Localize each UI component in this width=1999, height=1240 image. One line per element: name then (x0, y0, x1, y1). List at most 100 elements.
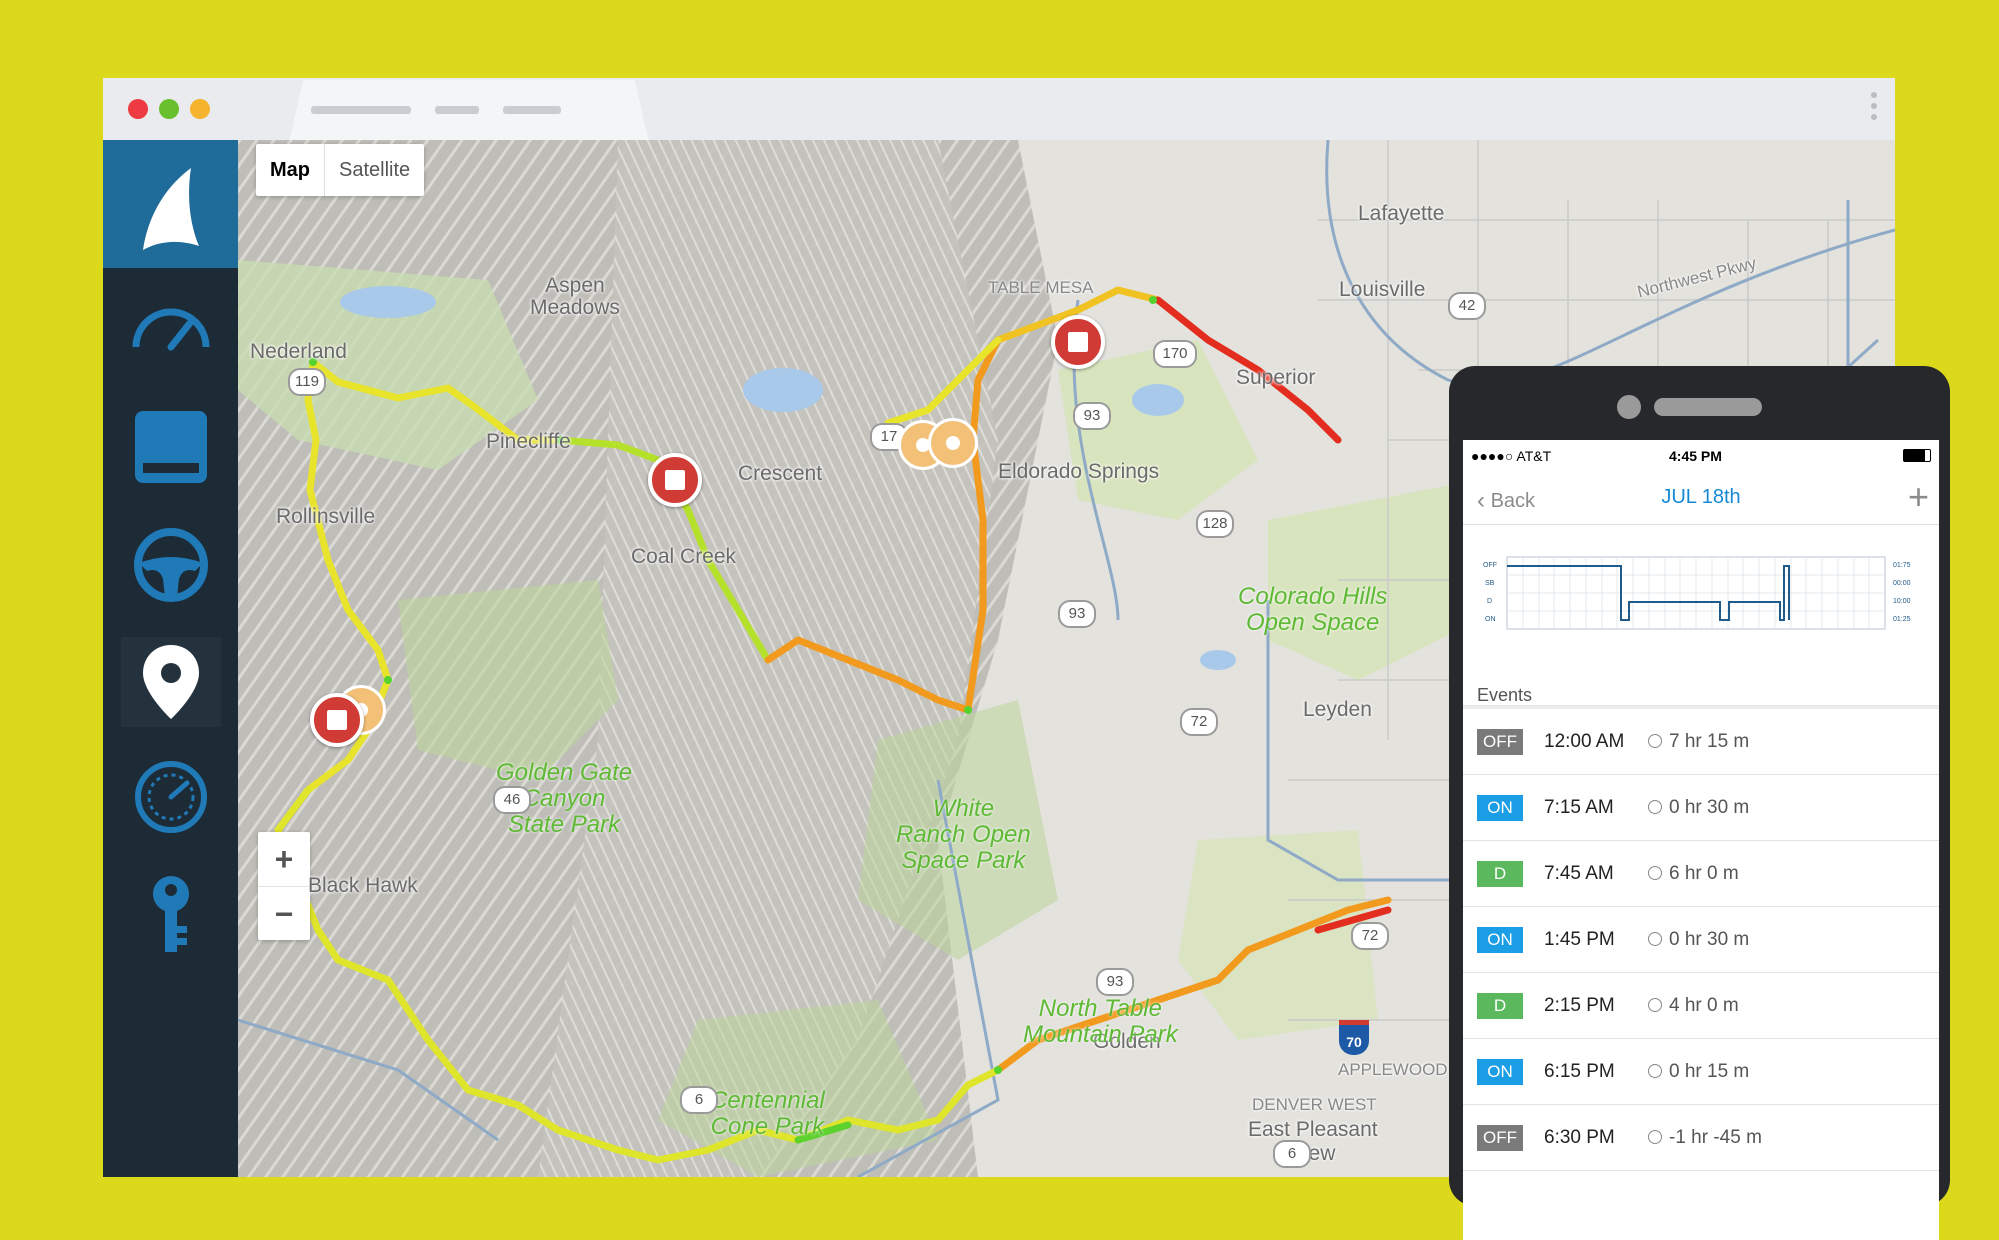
park-label: White Ranch Open Space Park (896, 795, 1031, 874)
tab-placeholder-line (311, 106, 411, 114)
place-label: Black Hawk (308, 874, 418, 897)
event-row[interactable]: ON 7:15 AM 0 hr 30 m (1463, 775, 1939, 841)
place-label: Aspen Meadows (530, 274, 620, 319)
app-logo[interactable] (103, 140, 238, 268)
map-type-toggle[interactable]: Map Satellite (256, 144, 425, 196)
place-label: Coal Creek (631, 545, 737, 568)
row-label-d: D (1487, 598, 1492, 605)
event-time: 6:30 PM (1544, 1127, 1615, 1148)
row-total: 10:00 (1893, 598, 1911, 605)
duty-status-badge: OFF (1477, 1125, 1523, 1151)
place-label: APPLEWOOD (1338, 1060, 1448, 1079)
clock-icon (1648, 998, 1662, 1012)
map-type-satellite-button[interactable]: Satellite (324, 144, 424, 196)
event-row[interactable]: ON 1:45 PM 0 hr 30 m (1463, 907, 1939, 973)
speedometer-icon (132, 308, 210, 351)
event-row[interactable]: OFF 6:30 PM -1 hr -45 m (1463, 1105, 1939, 1171)
row-label-on: ON (1485, 616, 1496, 623)
browser-tab[interactable] (289, 80, 649, 142)
highway-shield: 93 (1058, 600, 1096, 628)
maximize-window-button[interactable] (159, 99, 179, 119)
add-button[interactable]: + (1908, 476, 1929, 518)
place-label: Leyden (1303, 698, 1372, 721)
tab-placeholder-line (503, 106, 561, 114)
events-heading: Events (1477, 685, 1533, 705)
event-time: 6:15 PM (1544, 1061, 1615, 1082)
stop-marker[interactable] (648, 453, 702, 507)
place-label: Eldorado Springs (998, 460, 1160, 483)
browser-titlebar (103, 78, 1895, 142)
phone-nav-bar: ‹ Back JUL 18th + (1463, 470, 1939, 525)
event-row[interactable]: D 7:45 AM 6 hr 0 m (1463, 841, 1939, 907)
page-title: JUL 18th (1661, 486, 1741, 508)
event-duration: 4 hr 0 m (1669, 995, 1739, 1016)
park-label: Centennial Cone Park (710, 1087, 825, 1140)
highway-shield: 128 (1196, 510, 1234, 538)
minimize-window-button[interactable] (190, 99, 210, 119)
duty-status-badge: D (1477, 861, 1523, 887)
duty-status-badge: OFF (1477, 729, 1523, 755)
row-total: 01:25 (1893, 616, 1911, 623)
highway-shield: 46 (493, 786, 531, 814)
event-row[interactable]: ON 6:15 PM 0 hr 15 m (1463, 1039, 1939, 1105)
event-duration: 0 hr 15 m (1669, 1061, 1750, 1082)
event-duration: 7 hr 15 m (1669, 731, 1750, 752)
phone-screen: ●●●●○ AT&T 4:45 PM ‹ Back JUL 18th + OFF… (1463, 440, 1939, 1240)
clock-icon (1648, 866, 1662, 880)
tab-placeholder-line (435, 106, 479, 114)
event-row[interactable]: D 2:15 PM 4 hr 0 m (1463, 973, 1939, 1039)
map-type-map-button[interactable]: Map (256, 144, 324, 196)
nav-keys[interactable] (121, 870, 221, 960)
stop-marker[interactable] (310, 693, 364, 747)
duty-status-badge: ON (1477, 1059, 1523, 1085)
inbox-tray-icon (135, 411, 207, 483)
nav-logs[interactable] (121, 402, 221, 492)
sidebar (103, 140, 238, 1177)
event-time: 7:45 AM (1544, 863, 1614, 884)
park-label: North Table Mountain Park (1023, 995, 1178, 1048)
clock-icon (1648, 1130, 1662, 1144)
zoom-out-button[interactable]: − (258, 886, 310, 941)
clock-icon (1648, 734, 1662, 748)
place-label: Nederland (250, 340, 347, 363)
clock-icon (1648, 1064, 1662, 1078)
idle-marker[interactable] (928, 418, 978, 468)
event-row[interactable]: OFF 12:00 AM 7 hr 15 m (1463, 706, 1939, 775)
place-label: East Pleasant View (1248, 1118, 1378, 1165)
duty-log-chart: OFF SB D ON 01:75 00:00 10:00 01:25 Even… (1463, 525, 1939, 706)
gauge-dial-icon (135, 761, 207, 833)
clock-icon (1648, 932, 1662, 946)
event-duration: 6 hr 0 m (1669, 863, 1739, 884)
stop-marker[interactable] (1051, 315, 1105, 369)
place-label: DENVER WEST (1252, 1095, 1377, 1114)
zoom-in-button[interactable]: + (258, 832, 310, 886)
duty-status-badge: ON (1477, 795, 1523, 821)
highway-shield: 72 (1180, 708, 1218, 736)
place-label: Superior (1236, 366, 1316, 389)
nav-driving[interactable] (121, 520, 221, 610)
row-total: 01:75 (1893, 562, 1911, 569)
nav-location[interactable] (121, 637, 221, 727)
place-label: Rollinsville (276, 505, 376, 528)
place-label: Louisville (1339, 278, 1426, 301)
highway-shield: 93 (1096, 968, 1134, 996)
carrier-label: ●●●●○ AT&T (1471, 448, 1552, 464)
key-icon (153, 876, 189, 952)
clock-label: 4:45 PM (1669, 448, 1722, 464)
duty-status-badge: D (1477, 993, 1523, 1019)
nav-dashboard[interactable] (121, 283, 221, 373)
events-list: OFF 12:00 AM 7 hr 15 m ON 7:15 AM 0 hr 30 mD7… (1463, 706, 1939, 1171)
more-options-icon[interactable] (1871, 92, 1877, 125)
highway-shield: 119 (288, 368, 326, 396)
highway-shield: 170 (1153, 340, 1197, 368)
event-duration: -1 hr -45 m (1669, 1127, 1762, 1148)
row-label-sb: SB (1485, 580, 1495, 587)
place-label: Pinecliffe (486, 430, 571, 453)
close-window-button[interactable] (128, 99, 148, 119)
battery-icon (1903, 449, 1931, 462)
highway-shield: 6 (680, 1086, 718, 1114)
nav-gauge[interactable] (121, 752, 221, 842)
highway-shield: 93 (1073, 402, 1111, 430)
highway-shield: 6 (1273, 1140, 1311, 1168)
highway-shield: 42 (1448, 292, 1486, 320)
